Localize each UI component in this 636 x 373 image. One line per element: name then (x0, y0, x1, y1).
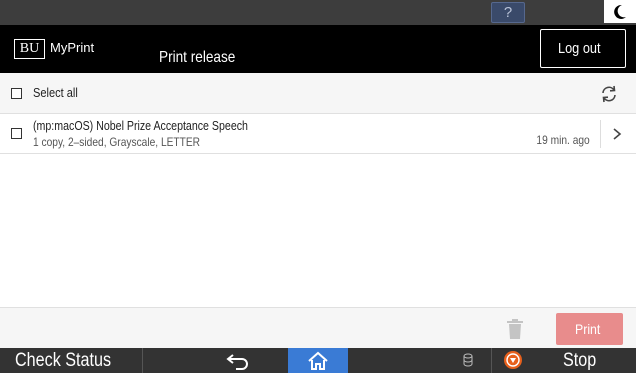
check-status-label: Check Status (14, 349, 111, 371)
bottom-divider (491, 348, 492, 373)
back-arrow-icon[interactable] (224, 350, 254, 371)
refresh-icon[interactable] (599, 84, 619, 104)
system-bar: ? (0, 0, 636, 25)
stop-icon[interactable] (503, 350, 523, 370)
stop-label: Stop (563, 349, 597, 371)
job-title: (mp:macOS) Nobel Prize Acceptance Speech (33, 119, 248, 133)
action-bar: Print (0, 307, 636, 348)
stop-button[interactable]: Stop (563, 348, 602, 373)
list-toolbar: Select all (0, 73, 636, 114)
app-header: BU MyPrint Print release Log out (0, 25, 636, 73)
device-bottom-bar: Check Status Stop (0, 348, 636, 373)
job-time: 19 min. ago (536, 133, 590, 147)
page-title: Print release (159, 49, 236, 66)
trash-icon[interactable] (506, 318, 524, 340)
home-button[interactable] (288, 348, 348, 373)
memory-icon (463, 353, 473, 367)
question-icon: ? (503, 4, 513, 21)
check-status-button[interactable]: Check Status (0, 348, 143, 373)
moon-icon (614, 4, 626, 19)
print-button[interactable]: Print (556, 313, 623, 345)
logout-button[interactable]: Log out (540, 29, 626, 68)
job-checkbox[interactable] (11, 128, 22, 139)
job-details: 1 copy, 2–sided, Grayscale, LETTER (33, 135, 201, 149)
home-icon (308, 351, 328, 370)
row-divider (600, 120, 601, 148)
chevron-right-icon[interactable] (610, 126, 624, 142)
logout-label: Log out (557, 40, 601, 57)
brand-name: MyPrint (50, 40, 95, 55)
bu-logo: BU (14, 39, 45, 59)
print-label: Print (575, 321, 601, 337)
night-mode-button[interactable] (604, 0, 636, 23)
select-all-label[interactable]: Select all (33, 85, 86, 100)
select-all-checkbox[interactable] (11, 88, 22, 99)
help-button[interactable]: ? (491, 2, 525, 23)
job-list-item[interactable]: (mp:macOS) Nobel Prize Acceptance Speech… (0, 114, 636, 154)
